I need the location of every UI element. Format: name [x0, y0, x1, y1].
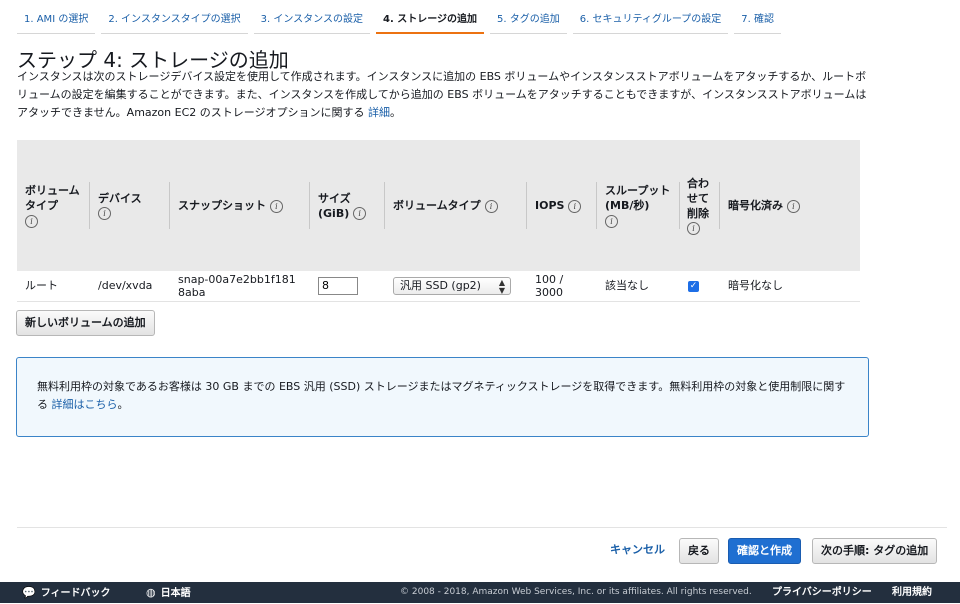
size-input[interactable] — [318, 276, 358, 295]
info-box-learn-more-link[interactable]: 詳細はこちら — [52, 398, 118, 411]
storage-volume-table: ボリュームタイプ i デバイス i スナップショット i サイズ (GiB) i ボ… — [17, 140, 860, 302]
info-box-text: 無料利用枠の対象であるお客様は 30 GB までの EBS 汎用 (SSD) ス… — [37, 380, 846, 411]
back-button[interactable]: 戻る — [679, 538, 719, 564]
header-device: デバイス i — [90, 140, 170, 271]
action-bar-divider — [17, 527, 947, 528]
info-icon[interactable]: i — [484, 199, 498, 213]
cell-throughput: 該当なし — [605, 279, 649, 293]
table-header-row: ボリュームタイプ i デバイス i スナップショット i サイズ (GiB) i ボ… — [17, 140, 860, 271]
cell-size — [310, 271, 385, 301]
privacy-policy-link[interactable]: プライバシーポリシー — [772, 582, 872, 603]
info-icon[interactable]: i — [353, 207, 367, 220]
info-icon[interactable]: i — [605, 214, 618, 228]
cell-encrypted: 暗号化なし — [728, 279, 783, 293]
info-icon[interactable]: i — [269, 199, 283, 213]
cell-volume-type: ルート — [25, 279, 58, 293]
next-add-tags-button[interactable]: 次の手順: タグの追加 — [812, 538, 938, 564]
cell-delete-on-termination: ✓ — [680, 271, 720, 301]
console-footer: 💬 フィードバック ◍ 日本語 © 2008 - 2018, Amazon Web … — [0, 582, 960, 603]
intro-end: 。 — [390, 106, 402, 119]
cell-device: /dev/xvda — [98, 279, 153, 293]
header-volume-type: ボリュームタイプ i — [17, 140, 90, 271]
free-tier-info-box: 無料利用枠の対象であるお客様は 30 GB までの EBS 汎用 (SSD) ス… — [16, 357, 869, 437]
language-selector[interactable]: ◍ 日本語 — [146, 582, 191, 604]
info-icon[interactable]: i — [786, 199, 800, 213]
header-iops: IOPS i — [527, 140, 597, 271]
info-icon[interactable]: i — [25, 214, 38, 228]
copyright-text: © 2008 - 2018, Amazon Web Services, Inc.… — [400, 587, 752, 597]
tab-add-tags[interactable]: 5. タグの追加 — [490, 8, 567, 34]
intro-body: インスタンスは次のストレージデバイス設定を使用して作成されます。インスタンスに追… — [17, 70, 867, 119]
info-icon[interactable]: i — [687, 222, 700, 235]
tab-add-storage[interactable]: 4. ストレージの追加 — [375, 8, 485, 34]
speech-bubble-icon: 💬 — [22, 586, 36, 599]
header-size: サイズ (GiB) i — [310, 140, 385, 271]
table-row: ルート /dev/xvda snap-00a7e2bb1f1818aba 汎用 … — [17, 271, 860, 301]
header-encrypted: 暗号化済み i — [720, 140, 860, 271]
tab-configure-instance[interactable]: 3. インスタンスの設定 — [253, 8, 370, 34]
cell-ebs-volume-type: 汎用 SSD (gp2) ▲ ▼ — [385, 271, 527, 301]
wizard-steps: 1. AMI の選択 2. インスタンスタイプの選択 3. インスタンスの設定 … — [17, 8, 787, 34]
header-throughput: スループット (MB/秒) i — [597, 140, 680, 271]
tab-choose-ami[interactable]: 1. AMI の選択 — [17, 8, 96, 34]
tab-review[interactable]: 7. 確認 — [734, 8, 782, 34]
delete-on-termination-checkbox[interactable]: ✓ — [688, 280, 699, 292]
info-box-end: 。 — [117, 398, 129, 411]
intro-learn-more-link[interactable]: 詳細 — [368, 106, 390, 119]
tab-choose-instance-type[interactable]: 2. インスタンスタイプの選択 — [101, 8, 248, 34]
tab-configure-security-group[interactable]: 6. セキュリティグループの設定 — [572, 8, 729, 34]
header-snapshot: スナップショット i — [170, 140, 310, 271]
add-volume-button[interactable]: 新しいボリュームの追加 — [16, 310, 155, 336]
header-delete-on-termination: 合わせて削除 i — [680, 140, 720, 271]
cell-iops: 100 / 3000 — [535, 272, 564, 299]
info-icon[interactable]: i — [568, 199, 582, 213]
globe-icon: ◍ — [146, 586, 156, 599]
volume-type-selected: 汎用 SSD (gp2) — [400, 278, 481, 292]
terms-link[interactable]: 利用規約 — [892, 582, 932, 603]
select-arrows-icon: ▲ ▼ — [498, 277, 505, 295]
header-ebs-volume-type: ボリュームタイプ i — [385, 140, 527, 271]
review-and-launch-button[interactable]: 確認と作成 — [728, 538, 801, 564]
info-icon[interactable]: i — [98, 207, 111, 220]
cell-snapshot: snap-00a7e2bb1f1818aba — [178, 272, 296, 299]
cancel-button[interactable]: キャンセル — [602, 538, 673, 564]
feedback-link[interactable]: 💬 フィードバック — [22, 582, 111, 604]
intro-text: インスタンスは次のストレージデバイス設定を使用して作成されます。インスタンスに追… — [17, 68, 877, 122]
volume-type-select[interactable]: 汎用 SSD (gp2) ▲ ▼ — [393, 276, 511, 295]
